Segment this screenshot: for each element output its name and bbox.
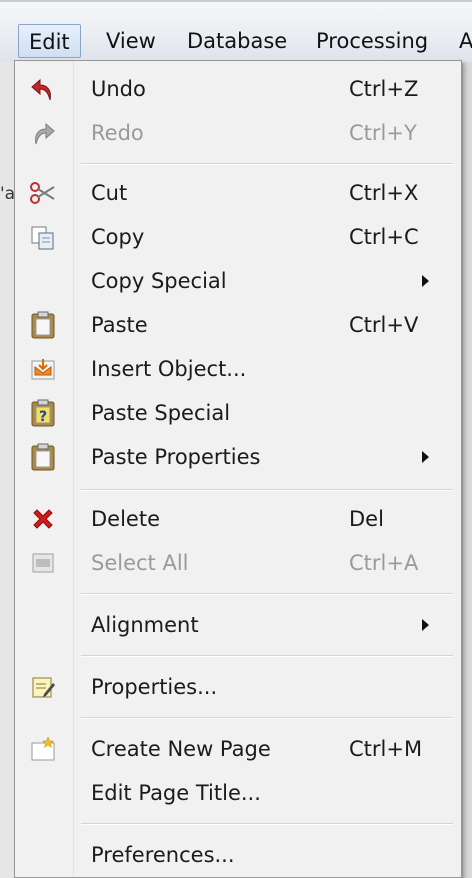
menu-a[interactable]: A xyxy=(459,24,472,58)
menu-item-label: Delete xyxy=(91,507,160,531)
scissors-icon xyxy=(29,179,57,207)
redo-icon xyxy=(29,119,57,147)
menu-item-shortcut: Ctrl+A xyxy=(349,551,419,575)
menu-item-shortcut: Ctrl+X xyxy=(349,181,419,205)
menu-edit[interactable]: Edit xyxy=(18,24,81,58)
menu-item-undo[interactable]: Undo Ctrl+Z xyxy=(15,67,461,111)
menu-item-paste-special[interactable]: ? Paste Special xyxy=(15,391,461,435)
menu-item-select-all[interactable]: Select All Ctrl+A xyxy=(15,541,461,585)
menubar: Edit View Database Processing A xyxy=(0,0,472,62)
menu-item-label: Select All xyxy=(91,551,189,575)
menu-view[interactable]: View xyxy=(106,24,156,58)
menu-separator xyxy=(81,593,453,595)
menu-item-label: Insert Object... xyxy=(91,357,247,381)
paste-special-icon: ? xyxy=(29,399,57,427)
menu-item-label: Create New Page xyxy=(91,737,271,761)
submenu-arrow-icon xyxy=(422,451,429,463)
menu-item-label: Alignment xyxy=(91,613,199,637)
undo-icon xyxy=(29,75,57,103)
menu-item-label: Cut xyxy=(91,181,128,205)
menu-item-label: Properties... xyxy=(91,675,218,699)
copy-icon xyxy=(29,223,57,251)
svg-text:?: ? xyxy=(39,409,47,425)
menu-item-label: Copy xyxy=(91,225,145,249)
properties-icon xyxy=(29,673,57,701)
submenu-arrow-icon xyxy=(422,275,429,287)
menu-item-label: Copy Special xyxy=(91,269,227,293)
background-right xyxy=(462,62,472,878)
menu-item-copy[interactable]: Copy Ctrl+C xyxy=(15,215,461,259)
edit-menu-dropdown: Undo Ctrl+Z Redo Ctrl+Y Cut Ctrl+X Copy … xyxy=(14,60,462,878)
insert-object-icon xyxy=(29,355,57,383)
menu-item-alignment[interactable]: Alignment xyxy=(15,603,461,647)
clipboard-icon xyxy=(29,311,57,339)
new-page-icon xyxy=(29,735,57,763)
menu-item-redo[interactable]: Redo Ctrl+Y xyxy=(15,111,461,155)
menu-item-shortcut: Ctrl+V xyxy=(349,313,419,337)
menu-separator xyxy=(81,163,453,165)
menu-item-copy-special[interactable]: Copy Special xyxy=(15,259,461,303)
menu-item-label: Redo xyxy=(91,121,144,145)
menu-item-paste[interactable]: Paste Ctrl+V xyxy=(15,303,461,347)
menu-item-shortcut: Ctrl+M xyxy=(349,737,423,761)
menu-processing[interactable]: Processing xyxy=(316,24,428,58)
menu-item-shortcut: Del xyxy=(349,507,384,531)
menu-database[interactable]: Database xyxy=(187,24,287,58)
menu-item-shortcut: Ctrl+C xyxy=(349,225,419,249)
paste-properties-icon xyxy=(29,443,57,471)
select-all-icon xyxy=(29,549,57,577)
menu-item-label: Paste xyxy=(91,313,148,337)
menu-separator xyxy=(81,823,453,825)
menu-item-label: Preferences... xyxy=(91,843,235,867)
menu-item-edit-page-title[interactable]: Edit Page Title... xyxy=(15,771,461,815)
menu-item-label: Edit Page Title... xyxy=(91,781,261,805)
menu-item-properties[interactable]: Properties... xyxy=(15,665,461,709)
menu-item-label: Paste Properties xyxy=(91,445,261,469)
menu-separator xyxy=(81,717,453,719)
menu-item-shortcut: Ctrl+Z xyxy=(349,77,419,101)
background-text-fragment: 'a xyxy=(0,184,16,204)
menu-separator xyxy=(81,489,453,491)
delete-icon xyxy=(29,505,57,533)
menu-separator xyxy=(81,655,453,657)
menu-item-shortcut: Ctrl+Y xyxy=(349,121,417,145)
menu-item-create-new-page[interactable]: Create New Page Ctrl+M xyxy=(15,727,461,771)
menu-item-delete[interactable]: Delete Del xyxy=(15,497,461,541)
menu-item-label: Undo xyxy=(91,77,146,101)
menu-item-insert-object[interactable]: Insert Object... xyxy=(15,347,461,391)
menu-item-cut[interactable]: Cut Ctrl+X xyxy=(15,171,461,215)
menu-item-label: Paste Special xyxy=(91,401,231,425)
menu-item-preferences[interactable]: Preferences... xyxy=(15,833,461,877)
menu-item-paste-properties[interactable]: Paste Properties xyxy=(15,435,461,479)
submenu-arrow-icon xyxy=(422,619,429,631)
